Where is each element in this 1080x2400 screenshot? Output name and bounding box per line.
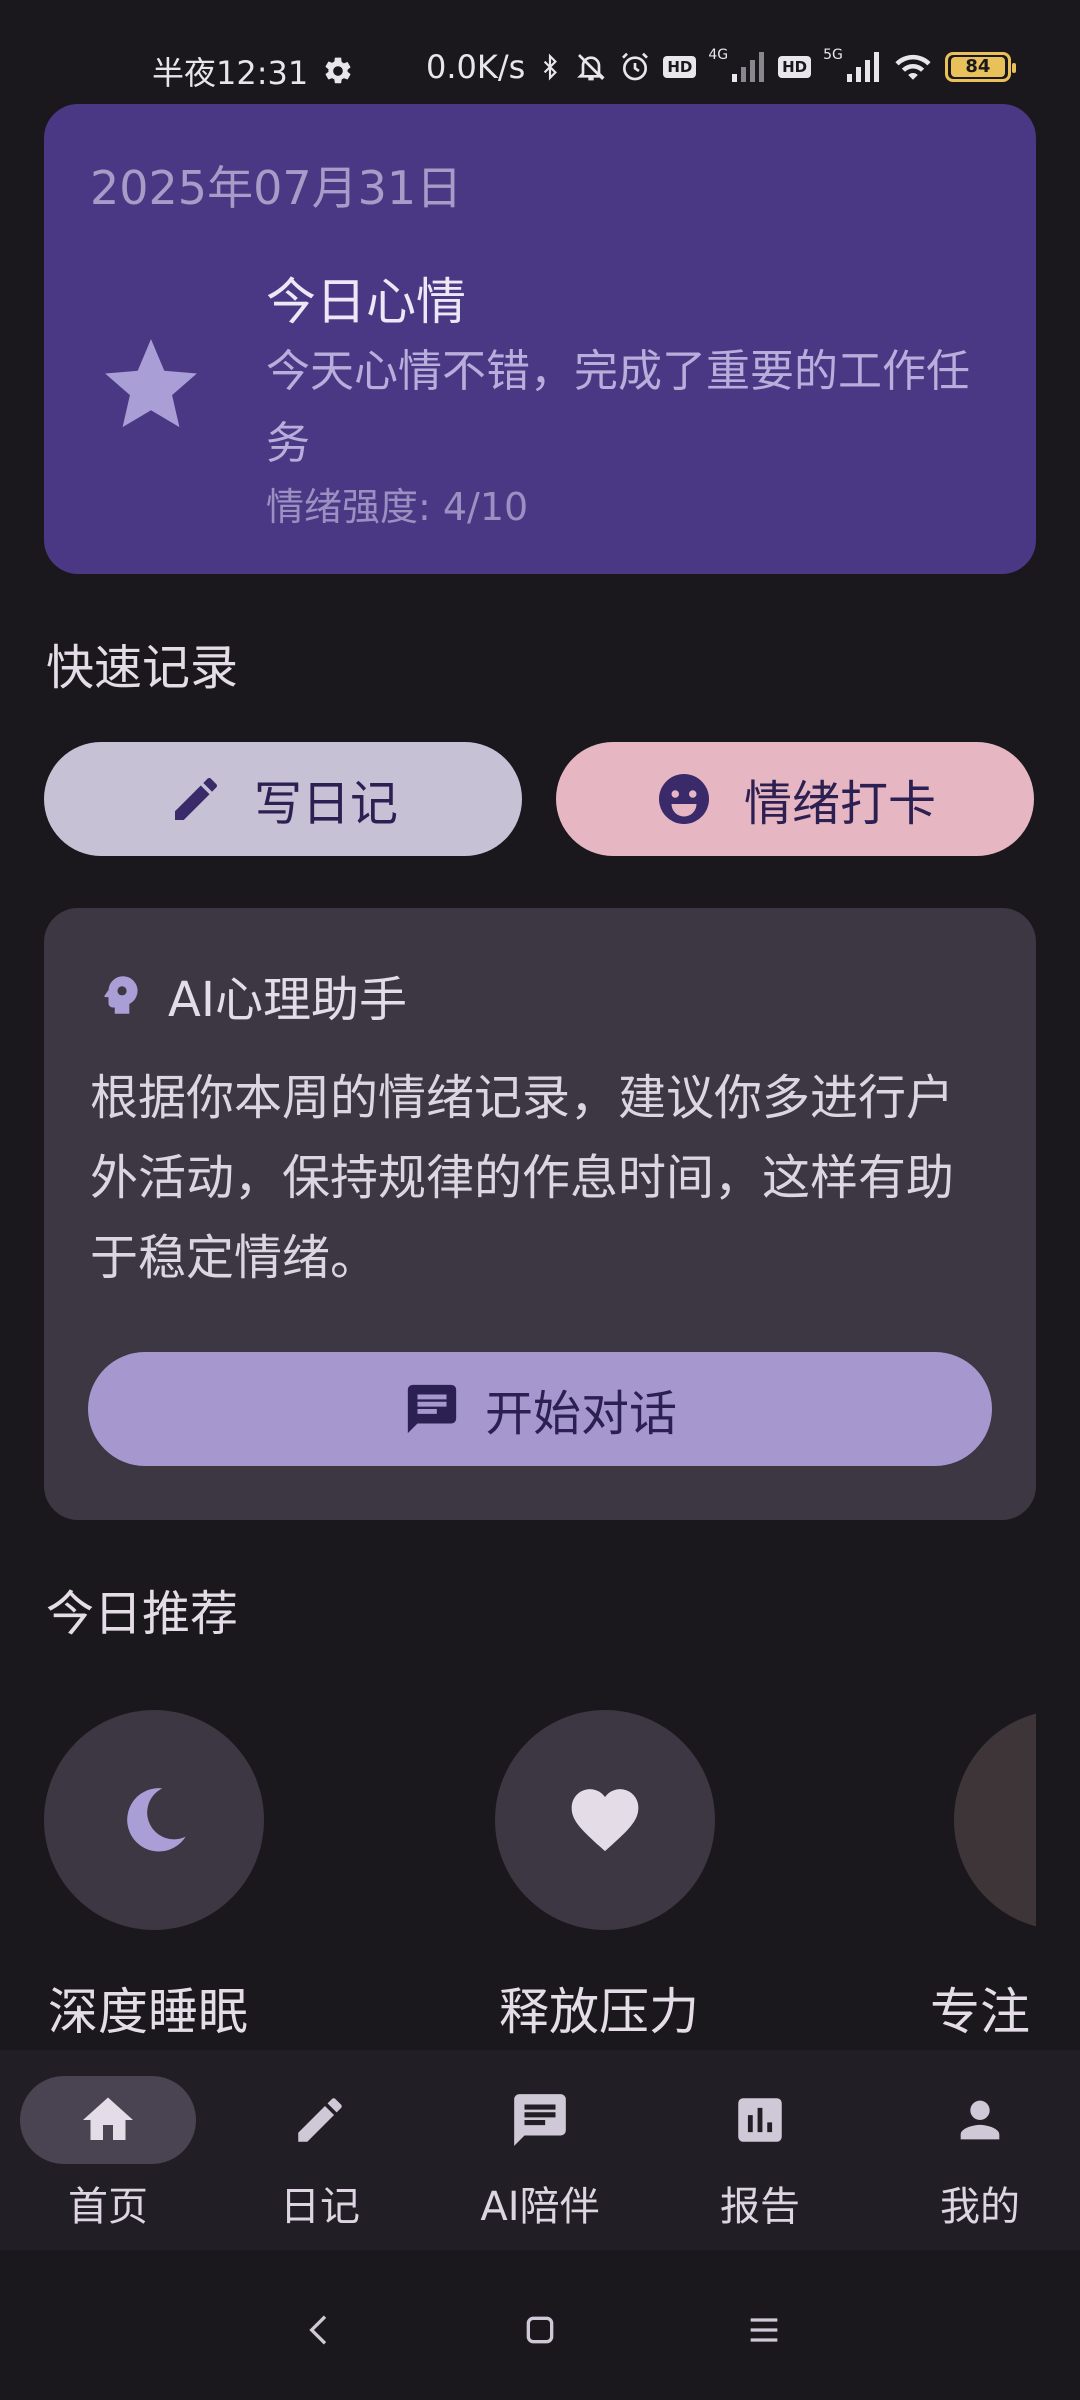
mood-date: 2025年07月31日 xyxy=(90,161,463,215)
hd-badge-2: HD xyxy=(778,56,812,78)
recommendation-label: 专注 xyxy=(930,1983,1030,2041)
status-left: 半夜12:31 xyxy=(152,48,354,94)
chat-icon xyxy=(452,2076,628,2164)
chat-icon xyxy=(403,1380,461,1438)
recommendations-carousel[interactable]: 深度睡眠 释放压力 专注 xyxy=(0,1710,1036,2050)
smiley-icon xyxy=(654,769,714,829)
home-icon xyxy=(20,2076,196,2164)
app-screen: 半夜12:31 0.0K/s HD 4G HD 5G 84 2025年07月31… xyxy=(0,0,1080,2400)
write-diary-button[interactable]: 写日记 xyxy=(44,742,522,856)
home-square-icon[interactable] xyxy=(500,2290,580,2370)
back-icon[interactable] xyxy=(280,2290,360,2370)
status-bar: 半夜12:31 0.0K/s HD 4G HD 5G 84 xyxy=(0,0,1080,100)
psychology-head-icon xyxy=(96,968,146,1022)
battery-level: 84 xyxy=(950,57,1005,77)
mood-intensity: 情绪强度: 4/10 xyxy=(266,485,529,529)
ai-card-title: AI心理助手 xyxy=(168,972,407,1028)
status-right: 0.0K/s HD 4G HD 5G 84 xyxy=(426,47,1016,86)
today-mood-card[interactable]: 2025年07月31日 今日心情 今天心情不错，完成了重要的工作任务 情绪强度:… xyxy=(44,104,1036,574)
alarm-icon xyxy=(619,51,651,83)
status-time: 半夜12:31 xyxy=(152,54,309,92)
write-diary-label: 写日记 xyxy=(253,776,398,832)
ai-card-header: AI心理助手 xyxy=(96,960,407,1030)
report-icon xyxy=(672,2076,848,2164)
signal-icon xyxy=(732,52,766,82)
nav-ai-companion[interactable]: AI陪伴 xyxy=(432,2050,648,2250)
mood-checkin-label: 情绪打卡 xyxy=(743,776,936,832)
mood-description: 今天心情不错，完成了重要的工作任务 xyxy=(266,346,970,469)
nav-report[interactable]: 报告 xyxy=(652,2050,868,2250)
bluetooth-icon xyxy=(537,51,563,83)
mood-title: 今日心情 xyxy=(266,273,466,331)
signal-icon-2 xyxy=(846,52,881,82)
menu-icon[interactable] xyxy=(724,2290,804,2370)
recommendation-item[interactable]: 专注 xyxy=(930,1710,1036,2041)
battery-indicator: 84 xyxy=(944,52,1016,82)
pencil-icon xyxy=(232,2076,408,2164)
start-chat-button[interactable]: 开始对话 xyxy=(88,1352,992,1466)
nav-label: 我的 xyxy=(940,2184,1020,2230)
bottom-navigation: 首页 日记 AI陪伴 报告 我的 xyxy=(0,2050,1080,2250)
recommendation-label: 深度睡眠 xyxy=(48,1983,248,2041)
nav-label: 报告 xyxy=(720,2184,800,2230)
pencil-icon xyxy=(168,771,224,827)
recommendation-item[interactable]: 深度睡眠 xyxy=(44,1710,264,2041)
ai-assistant-card: AI心理助手 根据你本周的情绪记录，建议你多进行户外活动，保持规律的作息时间，这… xyxy=(44,908,1036,1520)
nav-diary[interactable]: 日记 xyxy=(212,2050,428,2250)
star-icon xyxy=(96,330,206,440)
recommendation-item[interactable]: 释放压力 xyxy=(495,1710,715,2041)
nav-label: AI陪伴 xyxy=(480,2184,600,2230)
nav-home[interactable]: 首页 xyxy=(0,2050,216,2250)
person-icon xyxy=(892,2076,1068,2164)
mute-bell-icon xyxy=(575,51,607,83)
quick-record-title: 快速记录 xyxy=(46,640,239,696)
network-type-2: 5G xyxy=(823,47,843,63)
settings-gear-icon xyxy=(322,55,354,87)
hd-badge: HD xyxy=(663,56,697,78)
heart-icon xyxy=(495,1710,715,1930)
system-navigation-bar xyxy=(0,2250,1080,2400)
recommendation-label: 释放压力 xyxy=(499,1983,699,2041)
net-speed: 0.0K/s xyxy=(426,48,526,86)
wifi-icon xyxy=(893,51,933,83)
start-chat-label: 开始对话 xyxy=(484,1386,677,1442)
nav-label: 日记 xyxy=(280,2184,360,2230)
nav-profile[interactable]: 我的 xyxy=(872,2050,1080,2250)
network-type: 4G xyxy=(708,47,729,63)
mood-checkin-button[interactable]: 情绪打卡 xyxy=(556,742,1034,856)
ai-suggestion-text: 根据你本周的情绪记录，建议你多进行户外活动，保持规律的作息时间，这样有助于稳定情… xyxy=(90,1070,955,1286)
recommendations-title: 今日推荐 xyxy=(46,1586,239,1642)
focus-icon xyxy=(954,1710,1036,1930)
nav-label: 首页 xyxy=(68,2184,148,2230)
moon-icon xyxy=(44,1710,264,1930)
